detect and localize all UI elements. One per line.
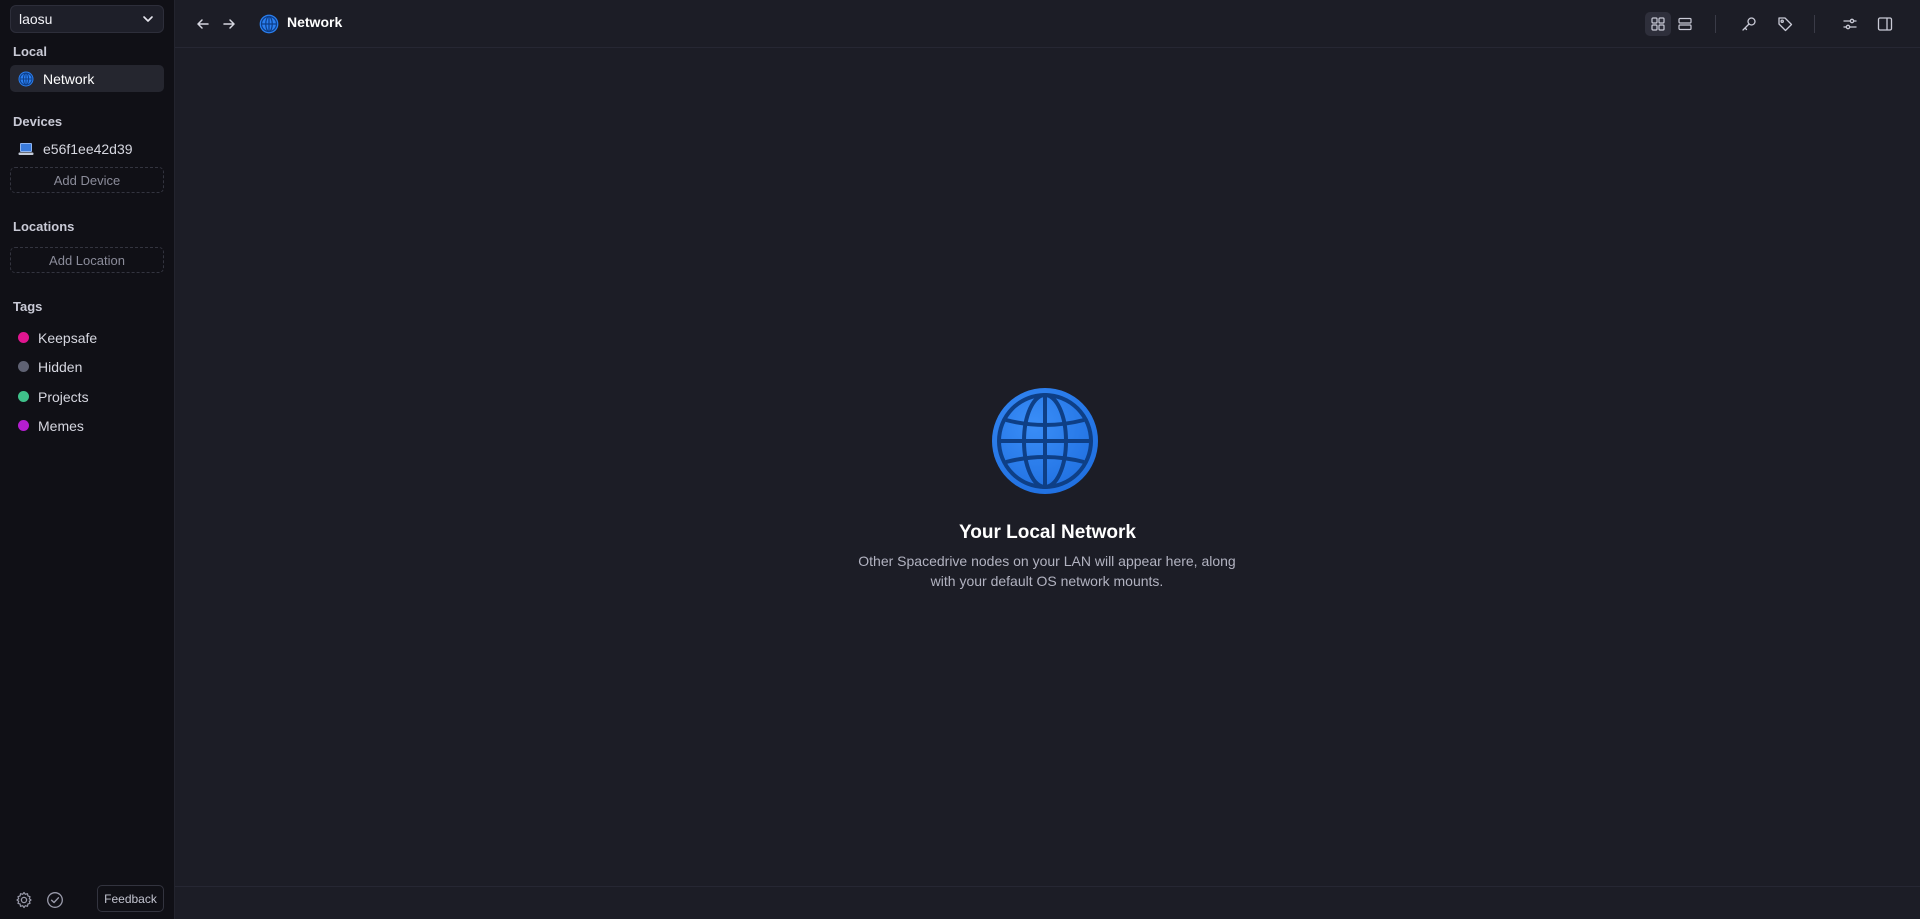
section-devices-title: Devices [13,114,63,129]
grid-view-button[interactable] [1645,12,1671,36]
tag-icon [1778,17,1793,32]
check-circle-icon[interactable] [46,891,64,909]
add-device-button[interactable]: Add Device [10,167,164,193]
options-button[interactable] [1837,12,1863,36]
gear-icon[interactable] [15,891,33,909]
tag-dot [18,420,29,431]
tag-dot [18,361,29,372]
empty-state-title: Your Local Network [958,522,1136,543]
tag-label: Hidden [38,358,83,375]
arrow-right-icon[interactable] [220,15,238,33]
tag-dot [18,391,29,402]
panel-icon [1877,17,1893,31]
empty-state-line: with your default OS network mounts. [930,573,1164,589]
feedback-button[interactable]: Feedback [97,885,164,912]
sidebar-tag-hidden[interactable]: Hidden [10,353,164,380]
tag-label: Memes [38,417,84,434]
sidebar-tag-projects[interactable]: Projects [10,383,164,410]
laptop-icon [18,141,34,157]
grid-view-icon [1651,17,1665,31]
toolbar-divider [1814,15,1815,33]
library-selector[interactable]: laosu [10,5,164,33]
sidebar-item-device[interactable]: e56f1ee42d39 [10,135,164,162]
status-bar [175,886,1920,919]
globe-icon [259,14,279,34]
inspector-toggle-button[interactable] [1872,12,1898,36]
section-tags-title: Tags [13,299,43,314]
sidebar: laosu Local Network Devices e56f1ee42d39… [0,0,175,919]
empty-state-line: Other Spacedrive nodes on your LAN will … [858,553,1236,569]
list-view-icon [1678,17,1692,31]
sidebar-item-network[interactable]: Network [10,65,164,92]
topbar: Network [175,0,1920,48]
sidebar-footer: Feedback [0,879,175,919]
add-location-button[interactable]: Add Location [10,247,164,273]
sidebar-tag-memes[interactable]: Memes [10,412,164,439]
empty-state-description: Other Spacedrive nodes on your LAN will … [847,551,1247,591]
key-icon [1742,17,1756,31]
chevron-down-icon [143,16,153,22]
arrow-left-icon[interactable] [194,15,212,33]
tag-label: Keepsafe [38,329,98,346]
tag-button[interactable] [1772,12,1798,36]
toolbar-divider [1715,15,1716,33]
section-local-title: Local [13,44,47,59]
library-name: laosu [19,11,53,27]
page-title: Network [287,14,343,30]
list-view-button[interactable] [1672,12,1698,36]
section-locations-title: Locations [13,219,75,234]
key-button[interactable] [1736,12,1762,36]
globe-icon [992,388,1098,494]
tag-label: Projects [38,388,89,405]
sliders-icon [1843,18,1857,30]
sidebar-item-label: Network [43,70,95,87]
globe-icon [18,71,34,87]
network-empty-state: Your Local Network Other Spacedrive node… [175,48,1920,886]
tag-dot [18,332,29,343]
sidebar-tag-keepsafe[interactable]: Keepsafe [10,324,164,351]
sidebar-item-label: e56f1ee42d39 [43,140,133,157]
